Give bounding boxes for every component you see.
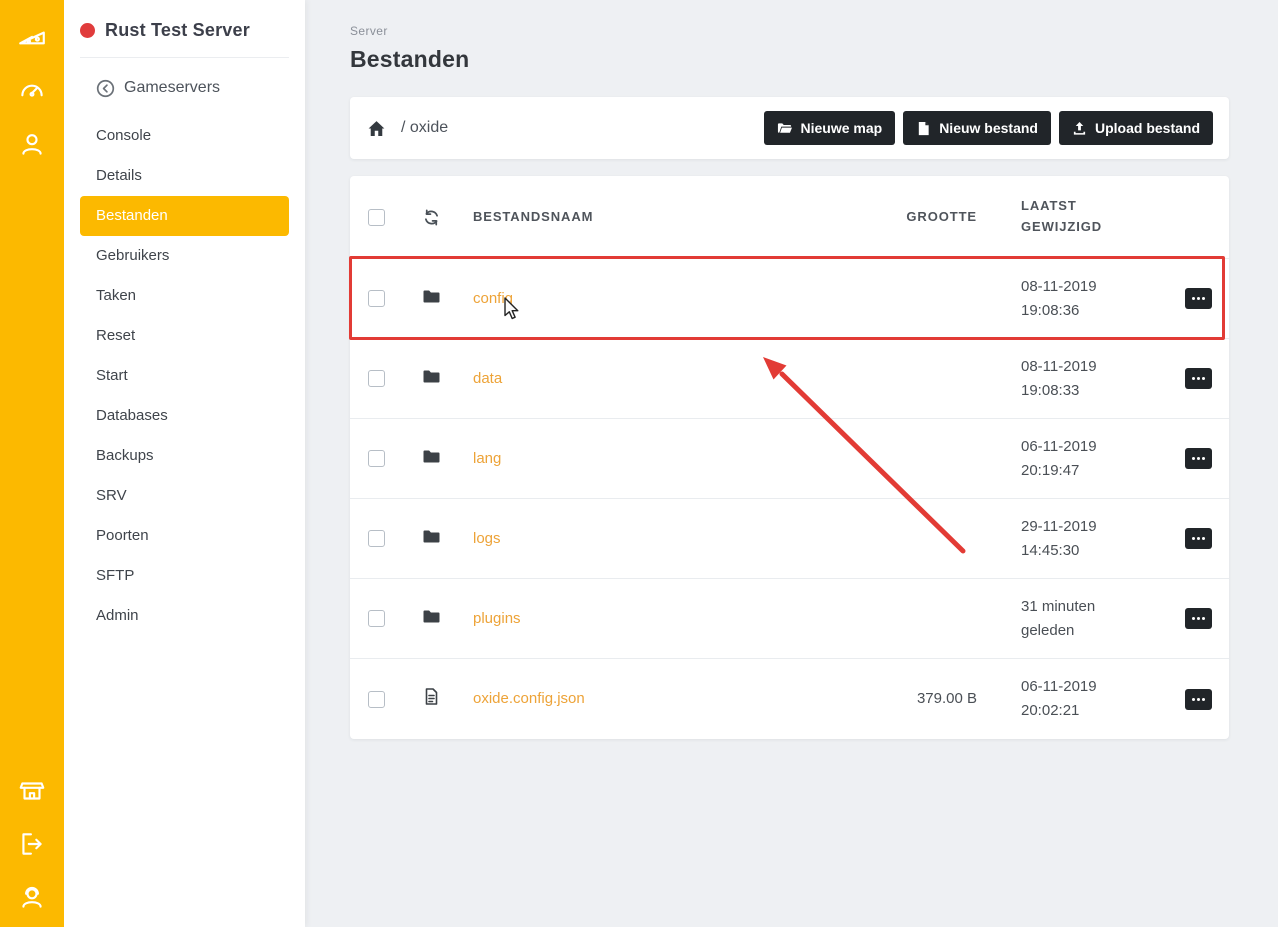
server-name: Rust Test Server (105, 20, 250, 40)
row-actions-button[interactable] (1184, 288, 1212, 309)
folder-icon (422, 607, 441, 631)
page-title: Bestanden (350, 46, 470, 72)
sidebar-item-backups[interactable]: Backups (80, 436, 289, 476)
server-header: Rust Test Server (80, 0, 289, 58)
new-folder-label: Nieuwe map (800, 120, 883, 136)
sidebar-item-gebruikers[interactable]: Gebruikers (80, 236, 289, 276)
upload-file-button[interactable]: Upload bestand (1058, 111, 1213, 145)
support-icon[interactable] (16, 881, 48, 913)
breadcrumb-path[interactable]: / oxide (401, 119, 448, 137)
sidebar-item-reset[interactable]: Reset (80, 316, 289, 356)
server-status-dot (80, 23, 95, 38)
dashboard-gauge-icon[interactable] (16, 75, 48, 107)
file-modified: 06-11-2019 20:19:47 (1021, 437, 1097, 479)
row-checkbox[interactable] (368, 290, 385, 307)
file-link[interactable]: config (473, 290, 513, 307)
new-file-label: Nieuw bestand (939, 120, 1038, 136)
sidebar-item-admin[interactable]: Admin (80, 596, 289, 636)
table-row-lang: lang 06-11-2019 20:19:47 (350, 419, 1229, 499)
upload-file-label: Upload bestand (1094, 120, 1200, 136)
table-row-config: config 08-11-2019 19:08:36 (350, 259, 1229, 339)
page-eyebrow: Server (350, 24, 388, 38)
folder-icon (422, 367, 441, 391)
row-actions-button[interactable] (1184, 368, 1212, 389)
table-row-plugins: plugins 31 minuten geleden (350, 579, 1229, 659)
file-link[interactable]: oxide.config.json (473, 690, 585, 707)
column-header-modified: Laatst gewijzigd (1021, 198, 1103, 234)
sidebar-item-poorten[interactable]: Poorten (80, 516, 289, 556)
server-menu: Console Details Bestanden Gebruikers Tak… (64, 116, 305, 636)
folder-icon (422, 527, 441, 551)
main-content: Server Bestanden / oxide Nieuwe map Nieu… (305, 0, 1278, 927)
file-size: 379.00 B (916, 690, 977, 707)
file-link[interactable]: data (473, 370, 502, 387)
file-modified: 08-11-2019 19:08:33 (1021, 357, 1097, 399)
row-checkbox[interactable] (368, 690, 385, 708)
sidebar-item-databases[interactable]: Databases (80, 396, 289, 436)
row-checkbox[interactable] (368, 450, 385, 467)
sidebar-item-srv[interactable]: SRV (80, 476, 289, 516)
file-icon (919, 121, 929, 135)
refresh-icon[interactable] (422, 208, 441, 227)
row-actions-button[interactable] (1184, 688, 1212, 710)
row-actions-button[interactable] (1184, 448, 1212, 469)
breadcrumb-bar: / oxide Nieuwe map Nieuw bestand Upload … (350, 97, 1229, 159)
row-actions-button[interactable] (1184, 608, 1212, 629)
table-row-data: data 08-11-2019 19:08:33 (350, 339, 1229, 419)
logout-icon[interactable] (16, 828, 48, 860)
folder-icon (422, 447, 441, 471)
sidebar-item-sftp[interactable]: SFTP (80, 556, 289, 596)
select-all-checkbox[interactable] (368, 208, 385, 226)
back-label: Gameservers (124, 79, 221, 96)
table-row-oxide-config-json: oxide.config.json 379.00 B 06-11-2019 20… (350, 659, 1229, 739)
new-folder-button[interactable]: Nieuwe map (764, 111, 896, 145)
shop-icon[interactable] (16, 775, 48, 807)
file-table: Bestandsnaam Grootte Laatst gewijzigd co… (350, 176, 1229, 739)
file-icon (422, 687, 441, 711)
logo-icon[interactable] (16, 22, 48, 54)
sidebar-item-details[interactable]: Details (80, 156, 289, 196)
file-link[interactable]: logs (473, 530, 501, 547)
sidebar-item-taken[interactable]: Taken (80, 276, 289, 316)
home-icon[interactable] (366, 117, 388, 139)
back-to-gameservers[interactable]: Gameservers (64, 76, 305, 100)
folder-icon (422, 287, 441, 311)
row-actions-button[interactable] (1184, 528, 1212, 549)
file-link[interactable]: lang (473, 450, 501, 467)
circle-back-arrow-icon (96, 79, 115, 97)
file-link[interactable]: plugins (473, 610, 521, 627)
user-icon[interactable] (16, 128, 48, 160)
upload-icon (1073, 121, 1086, 135)
row-checkbox[interactable] (368, 530, 385, 547)
row-checkbox[interactable] (368, 370, 385, 387)
file-modified: 31 minuten geleden (1021, 597, 1096, 639)
table-row-logs: logs 29-11-2019 14:45:30 (350, 499, 1229, 579)
column-header-name: Bestandsnaam (473, 208, 594, 224)
sidebar-item-bestanden[interactable]: Bestanden (80, 196, 289, 236)
app-screen: Rust Test Server Gameservers Console Det… (0, 0, 1278, 927)
file-modified: 08-11-2019 19:08:36 (1021, 277, 1097, 319)
open-folder-icon (778, 122, 793, 133)
sidebar-item-start[interactable]: Start (80, 356, 289, 396)
file-toolbar: Nieuwe map Nieuw bestand Upload bestand (764, 111, 1213, 145)
file-modified: 29-11-2019 14:45:30 (1021, 517, 1097, 559)
sidebar-item-console[interactable]: Console (80, 116, 289, 156)
row-checkbox[interactable] (368, 610, 385, 627)
icon-rail (0, 0, 64, 927)
column-header-size: Grootte (906, 208, 977, 224)
table-header-row: Bestandsnaam Grootte Laatst gewijzigd (350, 176, 1229, 259)
file-modified: 06-11-2019 20:02:21 (1021, 678, 1097, 719)
new-file-button[interactable]: Nieuw bestand (903, 111, 1051, 145)
server-sidebar: Rust Test Server Gameservers Console Det… (64, 0, 305, 927)
